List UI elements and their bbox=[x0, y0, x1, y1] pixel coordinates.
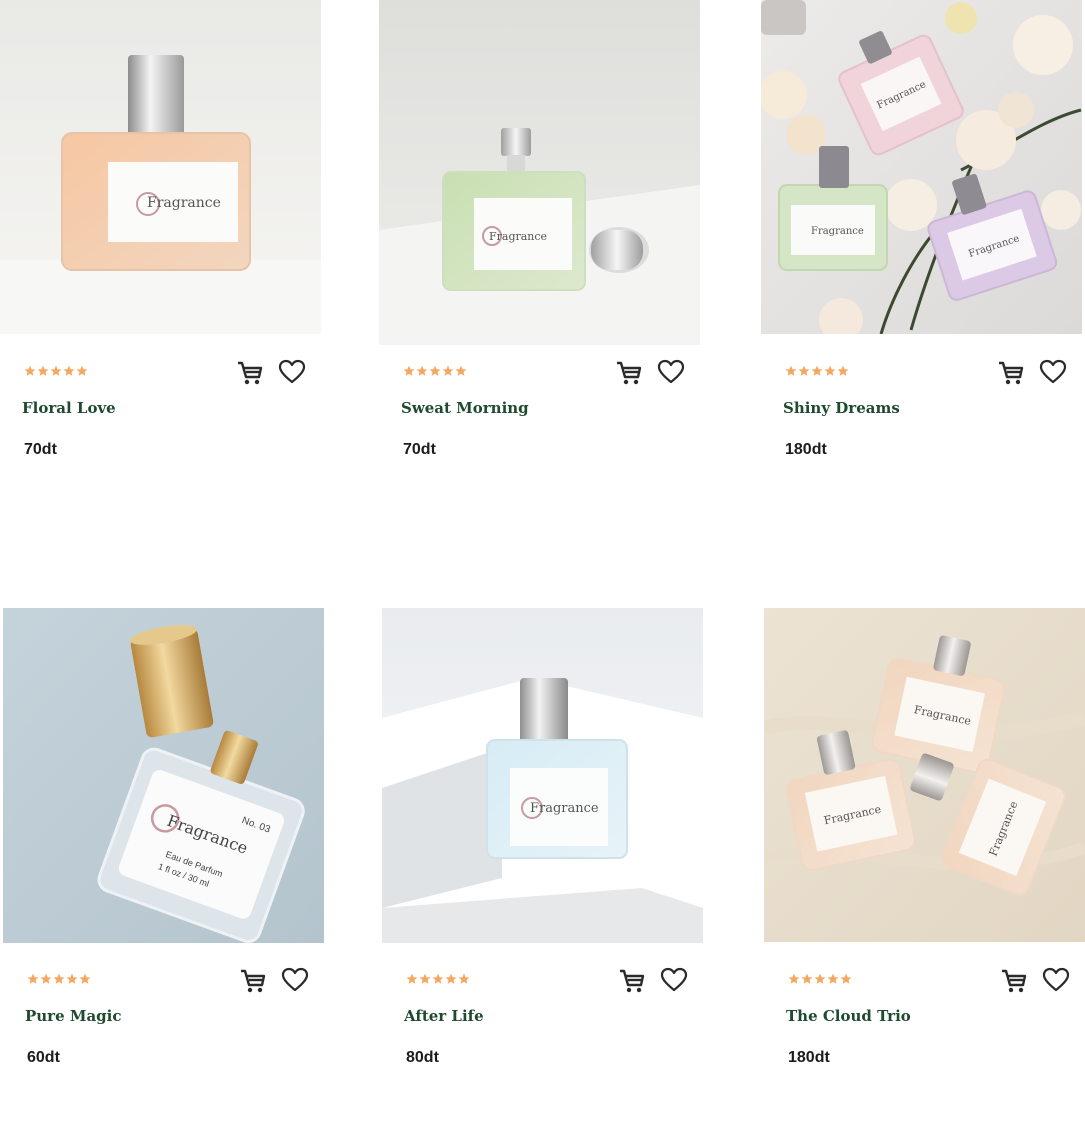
product-name[interactable]: Floral Love bbox=[22, 399, 116, 417]
product-image[interactable]: Fragrance bbox=[379, 0, 700, 345]
label-brand-text: Fragrance bbox=[489, 230, 547, 243]
add-to-cart-button[interactable] bbox=[997, 358, 1025, 386]
product-price: 70dt bbox=[403, 441, 436, 458]
star-icon bbox=[798, 365, 810, 376]
product-image[interactable]: Fragrance bbox=[0, 0, 321, 334]
add-to-cart-button[interactable] bbox=[615, 358, 643, 386]
star-icon bbox=[824, 365, 836, 376]
star-icon bbox=[63, 365, 75, 376]
heart-icon bbox=[281, 967, 309, 992]
add-to-cart-button[interactable] bbox=[618, 966, 646, 994]
heart-icon bbox=[657, 359, 685, 384]
star-icon bbox=[788, 973, 800, 984]
wishlist-button[interactable] bbox=[1039, 358, 1067, 386]
add-to-cart-button[interactable] bbox=[1000, 966, 1028, 994]
star-icon bbox=[811, 365, 823, 376]
product-name[interactable]: Pure Magic bbox=[25, 1007, 122, 1025]
star-icon bbox=[785, 365, 797, 376]
wishlist-button[interactable] bbox=[1042, 966, 1070, 994]
rating-stars bbox=[788, 973, 852, 985]
wishlist-button[interactable] bbox=[660, 966, 688, 994]
cart-icon bbox=[241, 969, 266, 993]
rating-stars bbox=[27, 973, 91, 985]
star-icon bbox=[406, 973, 418, 984]
label-brand-text: Fragrance bbox=[811, 226, 864, 237]
product-name[interactable]: After Life bbox=[404, 1007, 484, 1025]
star-icon bbox=[79, 973, 91, 984]
star-icon bbox=[53, 973, 65, 984]
heart-icon bbox=[1042, 967, 1070, 992]
heart-icon bbox=[278, 359, 306, 384]
wishlist-button[interactable] bbox=[278, 358, 306, 386]
wishlist-button[interactable] bbox=[657, 358, 685, 386]
rating-stars bbox=[406, 973, 470, 985]
star-icon bbox=[24, 365, 36, 376]
cart-icon bbox=[617, 361, 642, 385]
product-price: 80dt bbox=[406, 1049, 439, 1066]
product-price: 70dt bbox=[24, 441, 57, 458]
heart-icon bbox=[660, 967, 688, 992]
product-name[interactable]: The Cloud Trio bbox=[786, 1007, 911, 1025]
star-icon bbox=[76, 365, 88, 376]
label-brand-text: Fragrance bbox=[147, 195, 221, 211]
cart-icon bbox=[1002, 969, 1027, 993]
product-image[interactable]: Fragrance bbox=[382, 608, 703, 943]
star-icon bbox=[432, 973, 444, 984]
star-icon bbox=[814, 973, 826, 984]
star-icon bbox=[455, 365, 467, 376]
product-image[interactable]: Fragrance Fragrance Fragrance bbox=[761, 0, 1082, 334]
star-icon bbox=[50, 365, 62, 376]
star-icon bbox=[445, 973, 457, 984]
rating-stars bbox=[785, 365, 849, 377]
star-icon bbox=[827, 973, 839, 984]
product-price: 180dt bbox=[788, 1049, 830, 1066]
star-icon bbox=[37, 365, 49, 376]
star-icon bbox=[458, 973, 470, 984]
product-name[interactable]: Sweat Morning bbox=[401, 399, 529, 417]
rating-stars bbox=[24, 365, 88, 377]
add-to-cart-button[interactable] bbox=[236, 358, 264, 386]
label-brand-text: Fragrance bbox=[530, 801, 599, 816]
star-icon bbox=[27, 973, 39, 984]
star-icon bbox=[840, 973, 852, 984]
product-price: 60dt bbox=[27, 1049, 60, 1066]
star-icon bbox=[442, 365, 454, 376]
product-image[interactable]: Fragrance Fragrance Fragrance bbox=[764, 608, 1085, 942]
star-icon bbox=[429, 365, 441, 376]
product-image[interactable]: Fragrance No. 03 Eau de Parfum 1 fl oz /… bbox=[3, 608, 324, 943]
star-icon bbox=[419, 973, 431, 984]
star-icon bbox=[837, 365, 849, 376]
cart-icon bbox=[620, 969, 645, 993]
product-price: 180dt bbox=[785, 441, 827, 458]
wishlist-button[interactable] bbox=[281, 966, 309, 994]
star-icon bbox=[66, 973, 78, 984]
star-icon bbox=[801, 973, 813, 984]
star-icon bbox=[40, 973, 52, 984]
rating-stars bbox=[403, 365, 467, 377]
cart-icon bbox=[999, 361, 1024, 385]
heart-icon bbox=[1039, 359, 1067, 384]
star-icon bbox=[416, 365, 428, 376]
star-icon bbox=[403, 365, 415, 376]
add-to-cart-button[interactable] bbox=[239, 966, 267, 994]
product-name[interactable]: Shiny Dreams bbox=[783, 399, 900, 417]
cart-icon bbox=[238, 361, 263, 385]
